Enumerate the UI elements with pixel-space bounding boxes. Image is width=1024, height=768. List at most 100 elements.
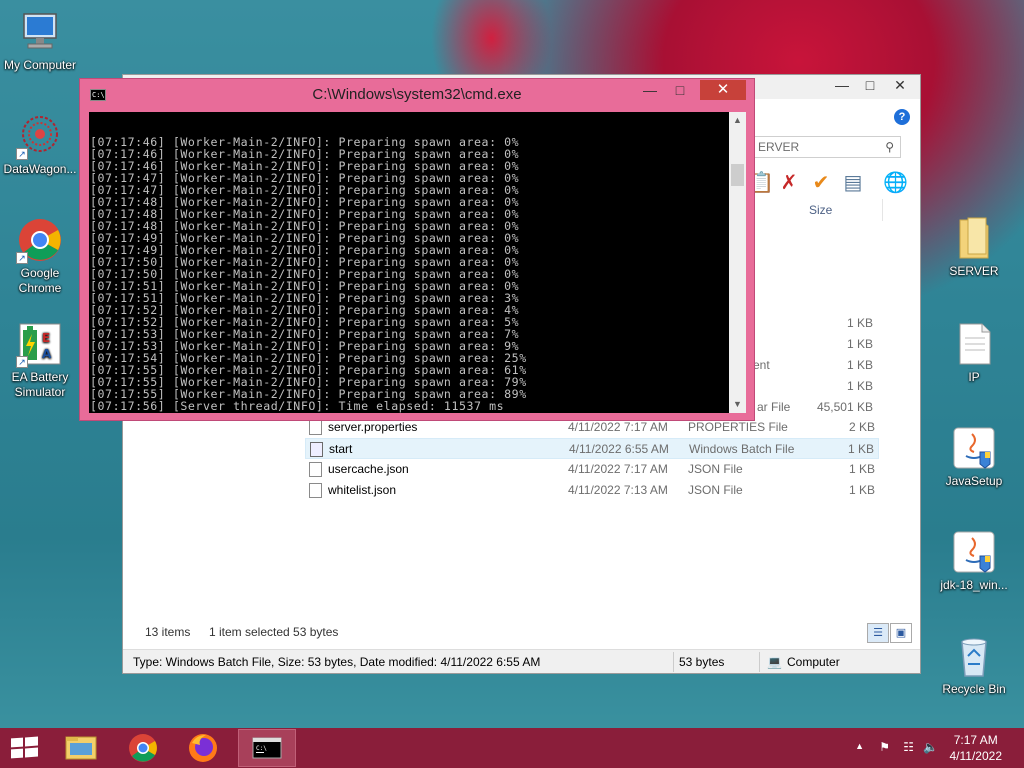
chrome-icon: ↗ (16, 216, 64, 264)
maximize-button[interactable]: □ (856, 75, 884, 95)
partial-row-size: 1 KB (846, 379, 873, 393)
checkmark-icon[interactable]: ✔ (809, 171, 833, 195)
java-installer-icon (950, 424, 998, 472)
shortcut-arrow-icon: ↗ (16, 252, 28, 264)
file-name: start (329, 442, 353, 456)
item-count: 13 items (145, 625, 191, 639)
globe-icon[interactable]: 🌐 (883, 171, 908, 195)
desktop-icon-ea-battery-simulator[interactable]: E A ↗ EA Battery Simulator (0, 320, 80, 400)
desktop-icon-datawagon[interactable]: ↗ DataWagon... (0, 112, 80, 177)
clock-time: 7:17 AM (953, 733, 998, 747)
desktop-icon-label: SERVER (949, 264, 999, 278)
details-view-button[interactable]: ☰ (867, 623, 889, 643)
partial-row-type: ar File (757, 400, 791, 414)
taskbar-cmd[interactable]: C:\ (238, 729, 296, 767)
status-size: 53 bytes (679, 655, 725, 669)
properties-icon[interactable]: ▤ (841, 171, 865, 195)
network-sphere-icon: ↗ (16, 112, 64, 160)
desktop-icon-label: EA Battery Simulator (11, 370, 69, 399)
volume-muted-icon[interactable]: 🔈 (923, 740, 938, 754)
file-size: 1 KB (847, 442, 874, 456)
desktop-icon-label: My Computer (3, 58, 77, 72)
action-center-flag-icon[interactable]: ⚑ (879, 740, 890, 754)
desktop-icon-jdk-installer[interactable]: jdk-18_win... (934, 528, 1014, 593)
file-row-usercache-json[interactable]: usercache.json 4/11/2022 7:17 AM JSON Fi… (305, 459, 879, 480)
file-size: 1 KB (848, 462, 875, 476)
file-size: 2 KB (848, 420, 875, 434)
partial-row-size: 1 KB (846, 337, 873, 351)
taskbar-firefox[interactable] (174, 729, 232, 767)
battery-app-icon: E A ↗ (16, 320, 64, 368)
explorer-statusbar: Type: Windows Batch File, Size: 53 bytes… (123, 649, 920, 673)
delete-icon[interactable]: ✗ (777, 171, 801, 195)
folder-icon (65, 736, 97, 760)
clock-date: 4/11/2022 (949, 749, 1003, 763)
file-row-whitelist-json[interactable]: whitelist.json 4/11/2022 7:13 AM JSON Fi… (305, 480, 879, 501)
console-scrollbar[interactable]: ▲ ▼ (729, 112, 746, 413)
desktop-icon-server-folder[interactable]: SERVER (934, 214, 1014, 279)
search-input-text: ERVER (758, 140, 800, 154)
search-icon: ⚲ (885, 140, 894, 154)
folder-icon (950, 214, 998, 262)
partial-row-size: 1 KB (846, 316, 873, 330)
close-button[interactable]: ✕ (700, 80, 746, 100)
file-type: Windows Batch File (689, 442, 795, 456)
json-file-icon (309, 483, 322, 498)
firefox-icon (189, 734, 217, 762)
svg-text:C:\: C:\ (256, 745, 267, 752)
file-type: JSON File (688, 462, 743, 476)
minimize-button[interactable]: — (828, 75, 856, 95)
cmd-icon: C:\ (252, 737, 282, 759)
computer-icon (16, 8, 64, 56)
taskbar-chrome[interactable] (114, 729, 172, 767)
maximize-button[interactable]: □ (666, 80, 694, 100)
console-output[interactable]: [07:17:46] [Worker-Main-2/INFO]: Prepari… (89, 112, 729, 413)
scroll-down-arrow-icon[interactable]: ▼ (729, 396, 746, 413)
file-date: 4/11/2022 6:55 AM (569, 442, 669, 456)
close-button[interactable]: ✕ (886, 75, 914, 95)
file-name: whitelist.json (328, 483, 397, 497)
json-file-icon (309, 462, 322, 477)
scrollbar-thumb[interactable] (731, 164, 744, 186)
desktop-icon-label: Google Chrome (18, 266, 62, 295)
scroll-up-arrow-icon[interactable]: ▲ (729, 112, 746, 129)
show-hidden-icons-arrow-icon[interactable]: ▲ (855, 741, 864, 751)
search-input[interactable]: ERVER ⚲ (753, 136, 901, 158)
svg-text:A: A (42, 347, 52, 361)
cmd-window[interactable]: C:\ C:\Windows\system32\cmd.exe — □ ✕ [0… (79, 78, 755, 421)
taskbar-clock[interactable]: 7:17 AM 4/11/2022 (950, 732, 1003, 764)
network-icon[interactable]: ☷ (903, 740, 914, 754)
recycle-bin-icon (950, 632, 998, 680)
partial-row-size: 45,501 KB (816, 400, 873, 414)
help-icon[interactable]: ? (894, 109, 910, 125)
desktop-icon-label: Recycle Bin (942, 682, 1006, 696)
desktop-icon-ip[interactable]: IP (934, 320, 1014, 385)
shortcut-arrow-icon: ↗ (16, 148, 28, 160)
properties-file-icon (309, 420, 322, 435)
selection-info: 1 item selected 53 bytes (209, 625, 339, 639)
computer-icon: 💻 (767, 655, 782, 669)
column-header-size[interactable]: Size (803, 199, 883, 221)
desktop-icon-my-computer[interactable]: My Computer (0, 8, 80, 73)
file-date: 4/11/2022 7:17 AM (568, 462, 668, 476)
start-button[interactable] (11, 736, 39, 760)
taskbar-file-explorer[interactable] (52, 729, 110, 767)
desktop-icon-javasetup[interactable]: JavaSetup (934, 424, 1014, 489)
desktop-icon-label: JavaSetup (945, 474, 1003, 488)
file-name: usercache.json (328, 462, 409, 476)
status-details: Type: Windows Batch File, Size: 53 bytes… (133, 655, 541, 669)
text-file-icon (950, 320, 998, 368)
file-size: 1 KB (848, 483, 875, 497)
file-date: 4/11/2022 7:13 AM (568, 483, 668, 497)
large-icons-view-button[interactable]: ▣ (890, 623, 912, 643)
desktop-icon-label: DataWagon... (3, 162, 77, 176)
minimize-button[interactable]: — (636, 80, 664, 100)
file-row-start[interactable]: start 4/11/2022 6:55 AM Windows Batch Fi… (305, 438, 879, 459)
desktop-icon-label: IP (968, 370, 980, 384)
shortcut-arrow-icon: ↗ (16, 356, 28, 368)
desktop-icon-recycle-bin[interactable]: Recycle Bin (934, 632, 1014, 697)
status-location: Computer (787, 655, 840, 669)
partial-row-size: 1 KB (846, 358, 873, 372)
console-line: [07:17:56] [Server thread/INFO]: Done (1… (90, 412, 729, 413)
desktop-icon-google-chrome[interactable]: ↗ Google Chrome (0, 216, 80, 296)
